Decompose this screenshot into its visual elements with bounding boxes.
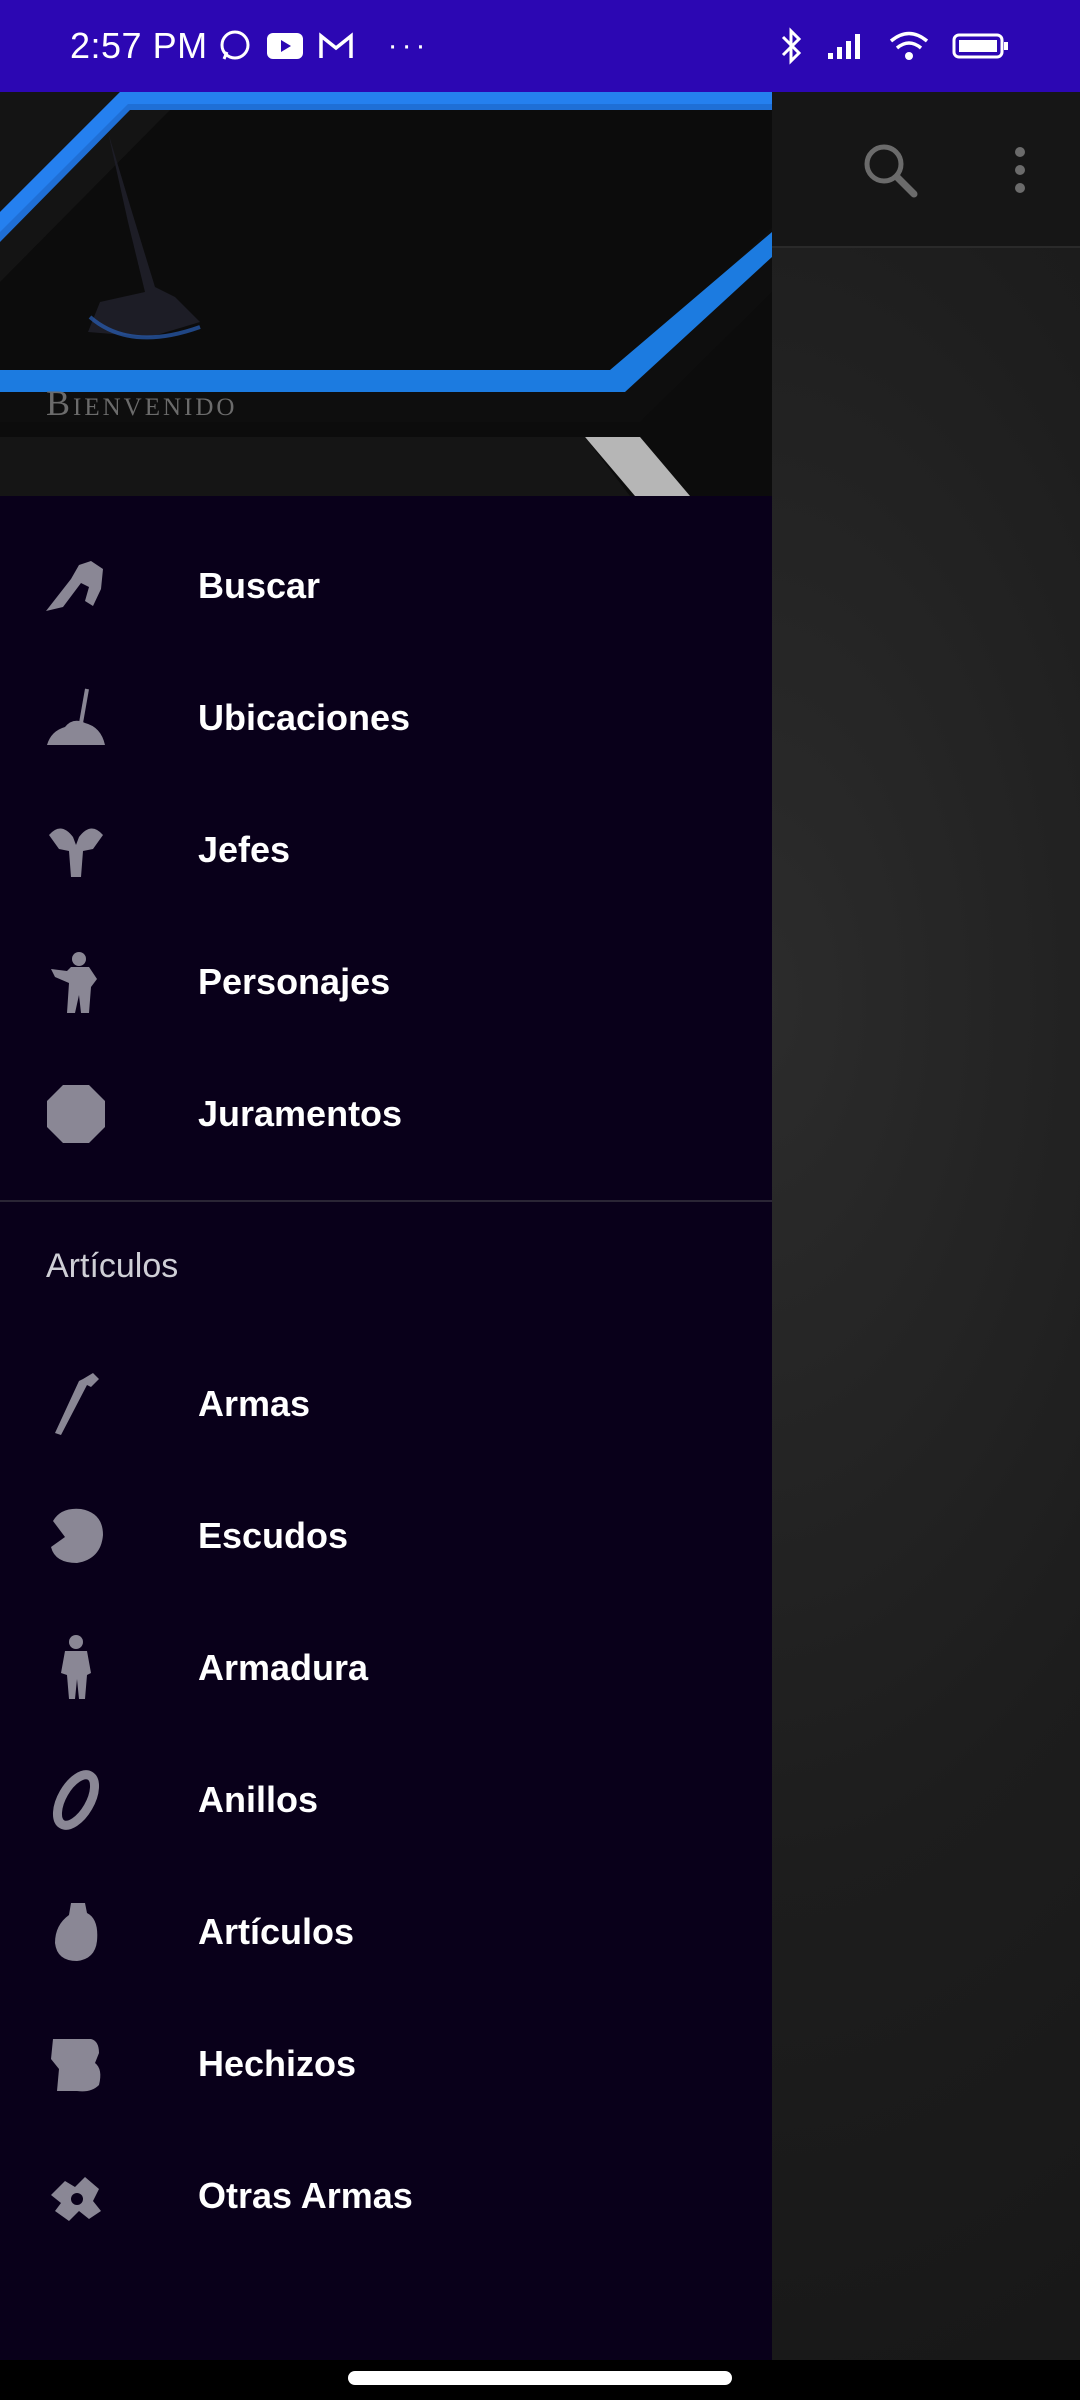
item-icon — [38, 1894, 114, 1970]
sword-icon — [38, 1366, 114, 1442]
drawer-header-title: Bienvenido — [46, 383, 238, 423]
drawer-item-label: Armadura — [198, 1647, 369, 1688]
drawer-item-juramentos[interactable]: Juramentos — [0, 1048, 772, 1180]
bluetooth-icon — [781, 27, 802, 65]
drawer-item-label: Juramentos — [198, 1093, 403, 1134]
drawer-item-label: Jefes — [198, 829, 291, 870]
character-icon — [38, 944, 114, 1020]
drawer-item-label: Hechizos — [198, 2043, 357, 2084]
drawer-item-escudos[interactable]: Escudos — [0, 1470, 772, 1602]
header-banner-art — [0, 92, 772, 496]
youtube-icon — [266, 33, 303, 59]
drawer-item-personajes[interactable]: Personajes — [0, 916, 772, 1048]
drawer-item-hechizos[interactable]: Hechizos — [0, 1998, 772, 2130]
home-gesture-handle[interactable] — [348, 2371, 732, 2385]
search-icon — [864, 144, 918, 198]
more-vert-icon — [1015, 147, 1025, 193]
section-title-articulos: Artículos — [46, 1247, 179, 1285]
drawer-item-label: Buscar — [198, 565, 321, 606]
oath-icon — [38, 1076, 114, 1152]
navigation-drawer: Bienvenido Buscar Ubicaciones Jefes Pers… — [0, 92, 772, 2360]
wifi-icon — [889, 31, 929, 60]
search-button[interactable] — [854, 134, 926, 206]
drawer-item-otras-armas[interactable]: Otras Armas — [0, 2130, 772, 2262]
drawer-item-label: Escudos — [198, 1515, 349, 1556]
signal-icon — [828, 34, 860, 59]
drawer-header: Bienvenido — [0, 92, 772, 496]
bonfire-icon — [38, 680, 114, 756]
drawer-item-articulos[interactable]: Artículos — [0, 1866, 772, 1998]
whatsapp-icon — [220, 30, 250, 60]
battery-icon — [952, 33, 1008, 59]
drawer-item-buscar[interactable]: Buscar — [0, 520, 772, 652]
shield-icon — [38, 1498, 114, 1574]
more-notifications-icon: ··· — [387, 29, 430, 62]
ring-icon — [38, 1762, 114, 1838]
drawer-item-anillos[interactable]: Anillos — [0, 1734, 772, 1866]
status-bar: 2:57 PM ··· — [0, 0, 1080, 92]
drawer-item-armadura[interactable]: Armadura — [0, 1602, 772, 1734]
drawer-item-label: Personajes — [198, 961, 391, 1002]
status-time: 2:57 PM — [70, 25, 208, 66]
drawer-item-label: Anillos — [198, 1779, 319, 1820]
drawer-item-ubicaciones[interactable]: Ubicaciones — [0, 652, 772, 784]
drawer-item-armas[interactable]: Armas — [0, 1338, 772, 1470]
gmail-icon — [318, 32, 353, 58]
knight-icon — [38, 548, 114, 624]
drawer-item-label: Ubicaciones — [198, 697, 411, 738]
drawer-item-jefes[interactable]: Jefes — [0, 784, 772, 916]
armor-icon — [38, 1630, 114, 1706]
drawer-item-label: Artículos — [198, 1911, 355, 1952]
overflow-menu-button[interactable] — [1000, 134, 1040, 206]
other-weapons-icon — [38, 2158, 114, 2234]
drawer-item-label: Otras Armas — [198, 2175, 413, 2216]
drawer-item-label: Armas — [198, 1383, 311, 1424]
gargoyle-icon — [38, 812, 114, 888]
spell-icon — [38, 2026, 114, 2102]
drawer-divider — [0, 1200, 772, 1202]
